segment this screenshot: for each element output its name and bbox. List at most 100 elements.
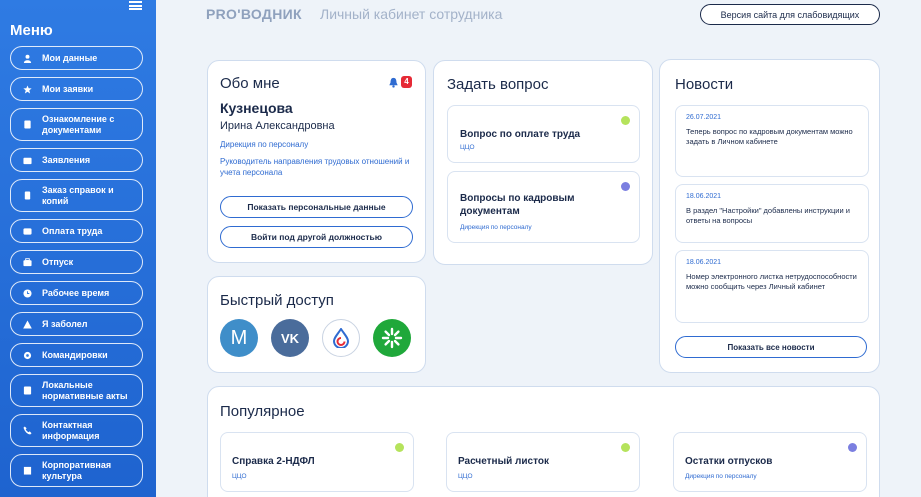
popular-item-vacation-balance[interactable]: Остатки отпусков Дирекция по персоналу [673,432,867,492]
status-dot [621,116,630,125]
sidebar-item-salary[interactable]: Оплата труда [10,219,143,243]
person-icon [23,54,32,63]
sidebar-item-label: Мои заявки [42,83,94,94]
sidebar-item-sick[interactable]: Я заболел [10,312,143,336]
bell-icon[interactable] [388,77,399,88]
question-item-salary[interactable]: Вопрос по оплате труда ЦЦО [447,105,640,163]
vk-icon[interactable]: VK [271,319,309,357]
accessible-version-button[interactable]: Версия сайта для слабовидящих [700,4,880,25]
sidebar-item-label: Ознакомление с документами [42,113,115,135]
employee-name: Ирина Александровна [220,120,335,132]
question-source: Дирекция по персоналу [460,224,532,231]
news-text: Теперь вопрос по кадровым документам мож… [686,127,853,146]
news-item[interactable]: 18.06.2021 В раздел "Настройки" добавлен… [675,184,869,243]
m-icon-label: M [230,326,248,349]
ask-question-card: Задать вопрос Вопрос по оплате труда ЦЦО… [433,60,653,265]
page-title: Личный кабинет сотрудника [320,6,503,22]
popular-item-title: Справка 2-НДФЛ [232,456,315,467]
popular-title: Популярное [220,403,305,420]
status-dot [395,443,404,452]
news-item[interactable]: 26.07.2021 Теперь вопрос по кадровым док… [675,105,869,177]
question-source: ЦЦО [460,144,475,151]
notification-badge: 4 [401,76,412,88]
drop-icon-glyph [332,328,350,348]
drop-icon[interactable] [322,319,360,357]
sidebar-item-business-trips[interactable]: Командировки [10,343,143,367]
sidebar-item-work-time[interactable]: Рабочее время [10,281,143,305]
sidebar-item-vacation[interactable]: Отпуск [10,250,143,274]
sidebar-item-label: Локальные нормативные акты [42,379,128,401]
sidebar-item-label: Заявления [42,154,91,165]
news-title: Новости [675,76,734,93]
sidebar-item-label: Отпуск [42,256,74,267]
sidebar-item-label: Корпоративная культура [42,459,112,481]
sber-icon[interactable] [373,319,411,357]
news-card: Новости 26.07.2021 Теперь вопрос по кадр… [659,59,880,373]
vk-icon-label: VK [280,330,300,346]
employee-department: Дирекция по персоналу [220,140,309,149]
document-icon [23,120,32,129]
hamburger-menu-icon[interactable] [129,1,142,10]
sidebar-item-my-requests[interactable]: Мои заявки [10,77,143,101]
m-icon[interactable]: M [220,319,258,357]
news-date: 26.07.2021 [686,114,722,121]
question-title: Вопрос по оплате труда [460,129,581,140]
news-item[interactable]: 18.06.2021 Номер электронного листка нет… [675,250,869,323]
show-all-news-button[interactable]: Показать все новости [675,336,867,358]
sidebar-item-certificates[interactable]: Заказ справок и копий [10,179,143,212]
sidebar-item-label: Оплата труда [42,225,103,236]
warning-icon [23,319,32,329]
popular-item-payslip[interactable]: Расчетный листок ЦЦО [446,432,640,492]
sidebar: Меню Мои данные Мои заявки Ознакомление … [0,0,156,497]
folder-icon [23,156,32,165]
news-date: 18.06.2021 [686,193,722,200]
sidebar-item-contacts[interactable]: Контактная информация [10,414,143,447]
sidebar-item-local-acts[interactable]: Локальные нормативные акты [10,374,143,407]
book-icon [23,386,32,395]
popular-card: Популярное Справка 2-НДФЛ ЦЦО Расчетный … [207,386,880,497]
about-me-card: Обо мне 4 Кузнецова Ирина Александровна … [207,60,426,263]
sidebar-item-documents[interactable]: Ознакомление с документами [10,108,143,141]
phone-icon [23,426,32,435]
clock-icon [23,288,32,298]
popular-item-title: Расчетный листок [458,456,549,467]
gear-icon [23,351,32,360]
quick-access-title: Быстрый доступ [220,292,334,309]
sidebar-item-applications[interactable]: Заявления [10,148,143,172]
sidebar-item-label: Контактная информация [42,419,100,441]
news-text: Номер электронного листка нетрудоспособн… [686,272,857,291]
status-dot [621,182,630,191]
sidebar-item-label: Рабочее время [42,287,110,298]
sidebar-item-label: Мои данные [42,52,98,63]
popular-item-source: ЦЦО [458,473,473,480]
sber-icon-glyph [381,327,403,349]
sidebar-item-label: Я заболел [42,318,88,329]
popular-item-source: Дирекция по персоналу [685,473,757,480]
quick-access-card: Быстрый доступ M VK [207,276,426,373]
sidebar-item-label: Заказ справок и копий [42,184,114,206]
question-item-hr-documents[interactable]: Вопросы по кадровым документам Дирекция … [447,171,640,243]
question-title: Вопросы по кадровым документам [460,193,575,217]
switch-position-button[interactable]: Войти под другой должностью [220,226,413,248]
status-dot [848,443,857,452]
show-personal-data-button[interactable]: Показать персональные данные [220,196,413,218]
about-me-title: Обо мне [220,75,280,92]
popular-item-title: Остатки отпусков [685,456,773,467]
employee-position: Руководитель направления трудовых отноше… [220,157,410,177]
sidebar-nav: Мои данные Мои заявки Ознакомление с док… [10,46,143,494]
wallet-icon [23,227,32,236]
ask-question-title: Задать вопрос [447,76,549,93]
star-icon [23,84,32,94]
building-icon [23,466,32,475]
employee-surname: Кузнецова [220,100,293,116]
sidebar-item-label: Командировки [42,349,108,360]
sidebar-item-my-data[interactable]: Мои данные [10,46,143,70]
menu-title: Меню [10,22,53,39]
popular-item-2ndfl[interactable]: Справка 2-НДФЛ ЦЦО [220,432,414,492]
suitcase-icon [23,257,32,267]
popular-item-source: ЦЦО [232,473,247,480]
sidebar-item-corporate-culture[interactable]: Корпоративная культура [10,454,143,487]
copy-icon [23,191,32,200]
news-text: В раздел "Настройки" добавлены инструкци… [686,206,850,225]
news-date: 18.06.2021 [686,259,722,266]
